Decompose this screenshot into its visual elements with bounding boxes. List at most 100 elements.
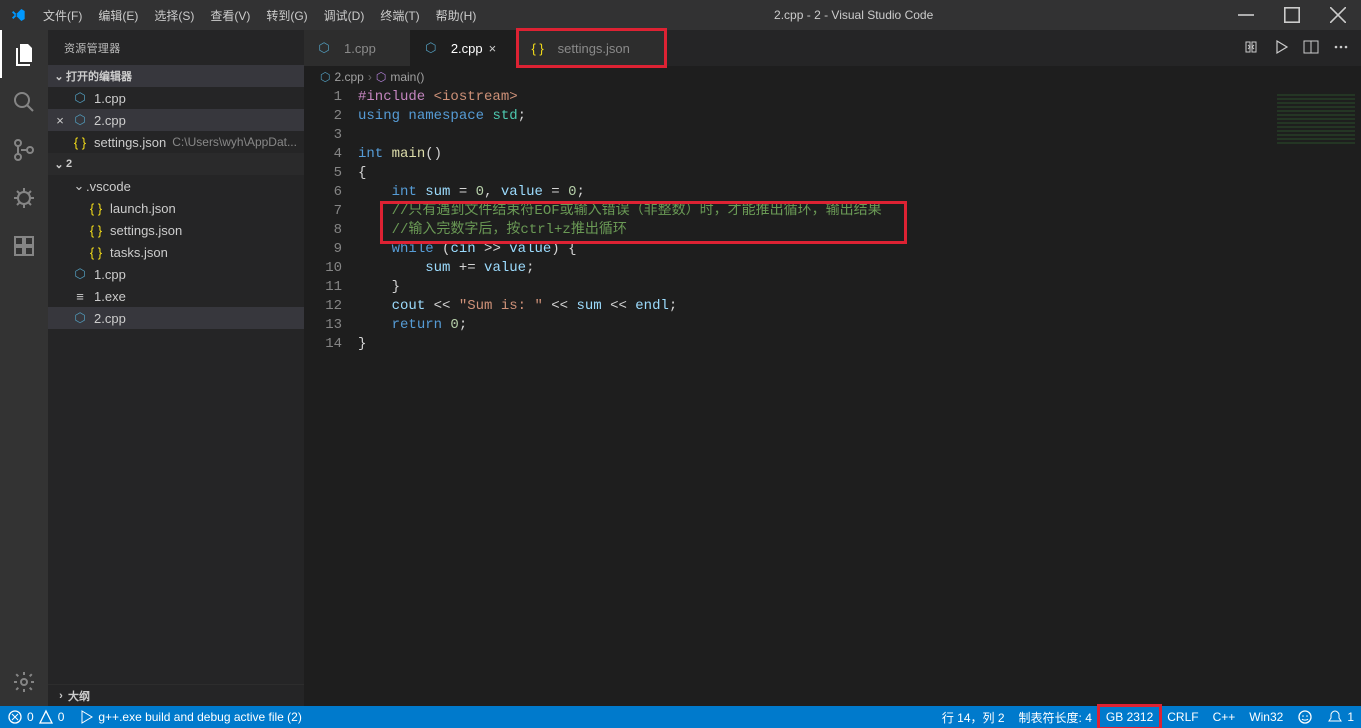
sidebar: 资源管理器 ⌄ 打开的编辑器 ⬡1.cpp×⬡2.cpp{ }settings.…: [48, 30, 304, 706]
tab-label: 1.cpp: [344, 41, 376, 56]
search-icon[interactable]: [0, 78, 48, 126]
outline-label: 大纲: [68, 688, 90, 704]
tree-file-item[interactable]: { }settings.json: [48, 219, 304, 241]
tab-size[interactable]: 制表符长度: 4: [1012, 706, 1099, 728]
explorer-icon[interactable]: [0, 30, 48, 78]
folder-vscode[interactable]: ⌄ .vscode: [48, 175, 304, 197]
tab-label: settings.json: [558, 41, 630, 56]
tree-file-item[interactable]: { } tasks.json: [48, 241, 304, 263]
minimap[interactable]: [1271, 88, 1361, 706]
menu-item[interactable]: 文件(F): [35, 0, 90, 30]
file-label: 1.cpp: [94, 91, 126, 106]
code-line[interactable]: {: [358, 164, 1271, 183]
json-file-icon: { }: [88, 245, 104, 260]
notification-count: 1: [1347, 710, 1354, 724]
problems-status[interactable]: 0 0: [0, 706, 71, 728]
breadcrumb[interactable]: ⬡ 2.cpp › ⬡ main(): [304, 66, 1361, 88]
chevron-down-icon: ⌄: [72, 178, 86, 194]
code-line[interactable]: while (cin >> value) {: [358, 240, 1271, 259]
tree-file-item[interactable]: ≡1.exe: [48, 285, 304, 307]
open-editors-list: ⬡1.cpp×⬡2.cpp{ }settings.jsonC:\Users\wy…: [48, 87, 304, 153]
close-button[interactable]: [1315, 0, 1361, 30]
maximize-button[interactable]: [1269, 0, 1315, 30]
build-task-status[interactable]: g++.exe build and debug active file (2): [71, 706, 308, 728]
editor-tab[interactable]: ⬡1.cpp×: [304, 30, 411, 66]
code-line[interactable]: using namespace std;: [358, 107, 1271, 126]
code-line[interactable]: //输入完数字后，按ctrl+z推出循环: [358, 221, 1271, 240]
more-icon[interactable]: [1333, 39, 1349, 58]
window-controls: [1223, 0, 1361, 30]
menu-item[interactable]: 帮助(H): [428, 0, 485, 30]
window-title: 2.cpp - 2 - Visual Studio Code: [484, 8, 1223, 22]
notifications-status[interactable]: 1: [1320, 706, 1361, 728]
breadcrumb-symbol: main(): [390, 70, 424, 84]
cpp-file-icon: ⬡: [72, 90, 88, 106]
code-line[interactable]: }: [358, 335, 1271, 354]
menu-item[interactable]: 转到(G): [258, 0, 315, 30]
code-line[interactable]: int main(): [358, 145, 1271, 164]
menu-item[interactable]: 选择(S): [146, 0, 202, 30]
editor-tab[interactable]: ⬡ 2.cpp ×: [411, 30, 518, 66]
file-label: settings.json: [94, 135, 166, 150]
code-line[interactable]: }: [358, 278, 1271, 297]
open-editors-header[interactable]: ⌄ 打开的编辑器: [48, 65, 304, 87]
code-content[interactable]: #include <iostream>using namespace std; i…: [354, 88, 1271, 706]
warning-count: 0: [58, 710, 65, 724]
editor-area: ⬡1.cpp× ⬡ 2.cpp × { }settings.json× ⬡ 2.cpp …: [304, 30, 1361, 706]
platform-status[interactable]: Win32: [1242, 706, 1290, 728]
cpp-file-icon: ⬡: [423, 40, 439, 56]
menu-bar: 文件(F)编辑(E)选择(S)查看(V)转到(G)调试(D)终端(T)帮助(H): [35, 0, 484, 30]
language-mode[interactable]: C++: [1206, 706, 1243, 728]
tab-label: 2.cpp: [451, 41, 483, 56]
open-editor-item[interactable]: { }settings.jsonC:\Users\wyh\AppDat...: [48, 131, 304, 153]
code-line[interactable]: cout << "Sum is: " << sum << endl;: [358, 297, 1271, 316]
file-label: launch.json: [110, 201, 176, 216]
code-editor[interactable]: 1234567891011121314 #include <iostream>u…: [304, 88, 1361, 706]
eol-status[interactable]: CRLF: [1160, 706, 1205, 728]
tree-file-item[interactable]: ⬡2.cpp: [48, 307, 304, 329]
editor-tab[interactable]: { }settings.json×: [518, 30, 665, 66]
menu-item[interactable]: 编辑(E): [90, 0, 146, 30]
code-line[interactable]: sum += value;: [358, 259, 1271, 278]
workspace-label: 2: [66, 158, 72, 170]
settings-gear-icon[interactable]: [0, 658, 48, 706]
workspace-header[interactable]: ⌄ 2: [48, 153, 304, 175]
debug-icon[interactable]: [0, 174, 48, 222]
open-editor-item[interactable]: ⬡ 1.cpp: [48, 87, 304, 109]
code-line[interactable]: [358, 126, 1271, 145]
menu-item[interactable]: 终端(T): [372, 0, 427, 30]
menu-item[interactable]: 调试(D): [316, 0, 373, 30]
chevron-right-icon: ›: [54, 690, 68, 702]
file-label: 2.cpp: [94, 113, 126, 128]
json-file-icon: { }: [72, 135, 88, 150]
tree-file-item[interactable]: ⬡1.cpp: [48, 263, 304, 285]
split-editor-icon[interactable]: [1303, 39, 1319, 58]
code-line[interactable]: return 0;: [358, 316, 1271, 335]
run-icon[interactable]: [1273, 39, 1289, 58]
encoding-status[interactable]: GB 2312: [1099, 706, 1160, 728]
source-control-icon[interactable]: [0, 126, 48, 174]
outline-header[interactable]: › 大纲: [48, 684, 304, 706]
close-icon[interactable]: ×: [52, 113, 68, 128]
close-icon[interactable]: ×: [489, 41, 505, 56]
cpp-file-icon: ⬡: [72, 112, 88, 128]
editor-tabs: ⬡1.cpp× ⬡ 2.cpp × { }settings.json×: [304, 30, 1361, 66]
minimize-button[interactable]: [1223, 0, 1269, 30]
cpp-file-icon: ⬡: [72, 310, 88, 326]
code-line[interactable]: int sum = 0, value = 0;: [358, 183, 1271, 202]
compare-icon[interactable]: [1243, 39, 1259, 58]
tree-file-item[interactable]: { }launch.json: [48, 197, 304, 219]
feedback-icon[interactable]: [1290, 706, 1320, 728]
open-editor-item[interactable]: × ⬡ 2.cpp: [48, 109, 304, 131]
file-label: 1.cpp: [94, 267, 126, 282]
extensions-icon[interactable]: [0, 222, 48, 270]
code-line[interactable]: #include <iostream>: [358, 88, 1271, 107]
open-editors-label: 打开的编辑器: [66, 68, 132, 84]
file-label: tasks.json: [110, 245, 168, 260]
code-line[interactable]: //只有遇到文件结束符EOF或输入错误（非整数）时，才能推出循环，输出结果: [358, 202, 1271, 221]
file-label: 1.exe: [94, 289, 126, 304]
json-file-icon: { }: [88, 223, 104, 238]
menu-item[interactable]: 查看(V): [202, 0, 258, 30]
breadcrumb-file: 2.cpp: [334, 70, 363, 84]
cursor-position[interactable]: 行 14，列 2: [935, 706, 1012, 728]
